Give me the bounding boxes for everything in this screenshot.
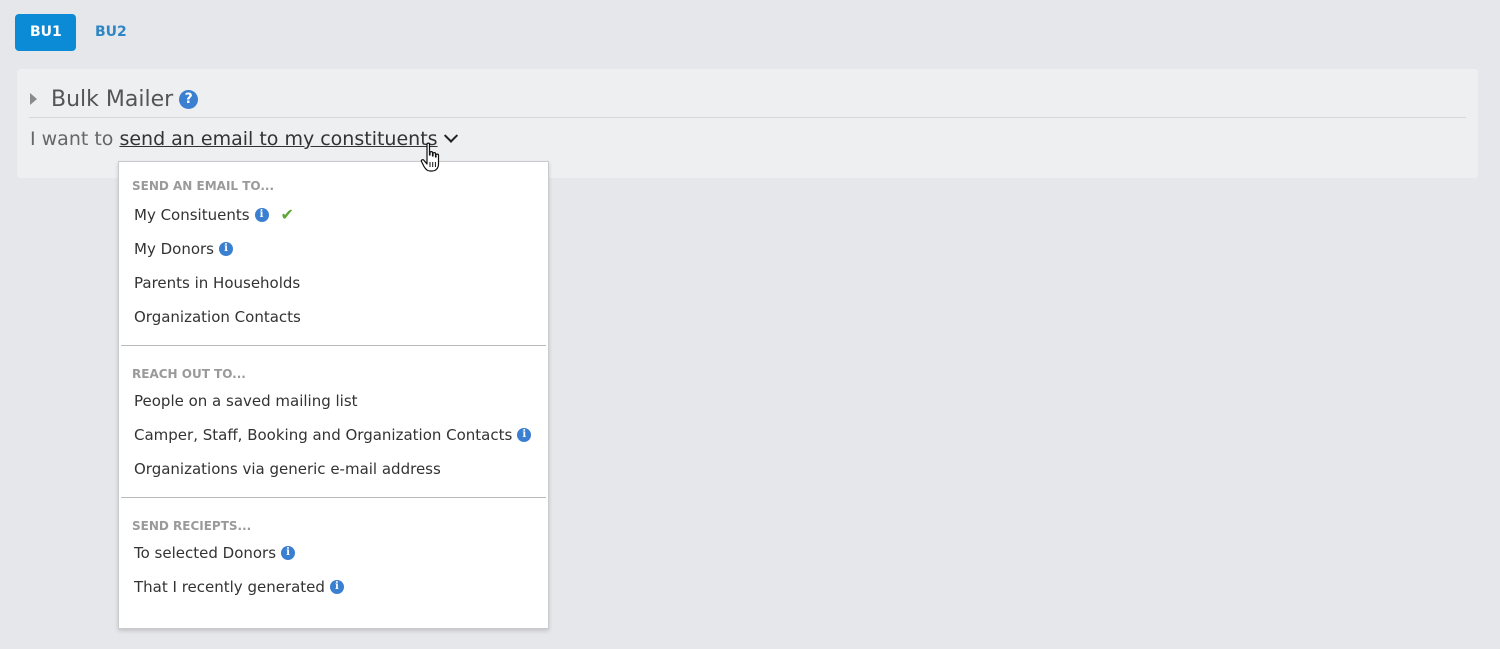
action-dropdown-menu: SEND AN EMAIL TO... My Consituents i ✔ M…: [118, 161, 549, 629]
menu-item-recently-generated[interactable]: That I recently generated i: [119, 570, 548, 604]
info-icon[interactable]: i: [517, 428, 532, 442]
section-label: SEND AN EMAIL TO...: [132, 179, 275, 193]
panel-title: Bulk Mailer: [51, 86, 174, 112]
menu-item-label: Parents in Households: [134, 274, 301, 292]
hand-pointer-icon: [420, 142, 440, 172]
check-icon: ✔: [280, 205, 294, 224]
menu-item-label: My Consituents: [134, 206, 250, 224]
menu-item-label: To selected Donors: [134, 544, 277, 562]
menu-item-selected-donors[interactable]: To selected Donors i: [119, 536, 548, 570]
info-icon[interactable]: i: [281, 546, 296, 560]
section-reach-out: REACH OUT TO... People on a saved mailin…: [119, 346, 548, 497]
info-icon[interactable]: i: [329, 580, 344, 594]
section-label: REACH OUT TO...: [132, 367, 246, 381]
action-selector-link[interactable]: send an email to my constituents: [119, 128, 437, 150]
menu-item-label: My Donors: [134, 240, 214, 258]
section-label: SEND RECIEPTS...: [132, 519, 252, 533]
menu-item-label: Organization Contacts: [134, 308, 301, 326]
want-sentence: I want to send an email to my constituen…: [30, 128, 458, 150]
section-send-email: SEND AN EMAIL TO... My Consituents i ✔ M…: [119, 162, 548, 345]
menu-item-parents-in-households[interactable]: Parents in Households: [119, 266, 548, 300]
info-icon[interactable]: i: [254, 208, 269, 222]
section-send-receipts: SEND RECIEPTS... To selected Donors i Th…: [119, 498, 548, 604]
chevron-down-icon[interactable]: [443, 128, 458, 143]
menu-item-saved-mailing-list[interactable]: People on a saved mailing list: [119, 384, 548, 418]
menu-item-label: Camper, Staff, Booking and Organization …: [134, 426, 513, 444]
business-unit-tabs: BU1 BU2: [15, 14, 142, 51]
menu-item-label: That I recently generated: [134, 578, 325, 596]
menu-item-label: Organizations via generic e-mail address: [134, 460, 441, 478]
expand-caret-icon[interactable]: [30, 93, 37, 105]
menu-item-organization-contacts[interactable]: Organization Contacts: [119, 300, 548, 334]
menu-item-my-constituents[interactable]: My Consituents i ✔: [119, 198, 548, 232]
info-icon[interactable]: i: [218, 242, 233, 256]
want-prefix: I want to: [30, 128, 114, 150]
tab-bu2[interactable]: BU2: [80, 14, 142, 51]
tab-bu1[interactable]: BU1: [15, 14, 76, 51]
menu-item-label: People on a saved mailing list: [134, 392, 358, 410]
menu-item-generic-email[interactable]: Organizations via generic e-mail address: [119, 452, 548, 486]
menu-item-my-donors[interactable]: My Donors i: [119, 232, 548, 266]
panel-header: Bulk Mailer ?: [29, 81, 1466, 118]
menu-item-camper-staff-booking[interactable]: Camper, Staff, Booking and Organization …: [119, 418, 548, 452]
help-icon[interactable]: ?: [179, 89, 199, 109]
